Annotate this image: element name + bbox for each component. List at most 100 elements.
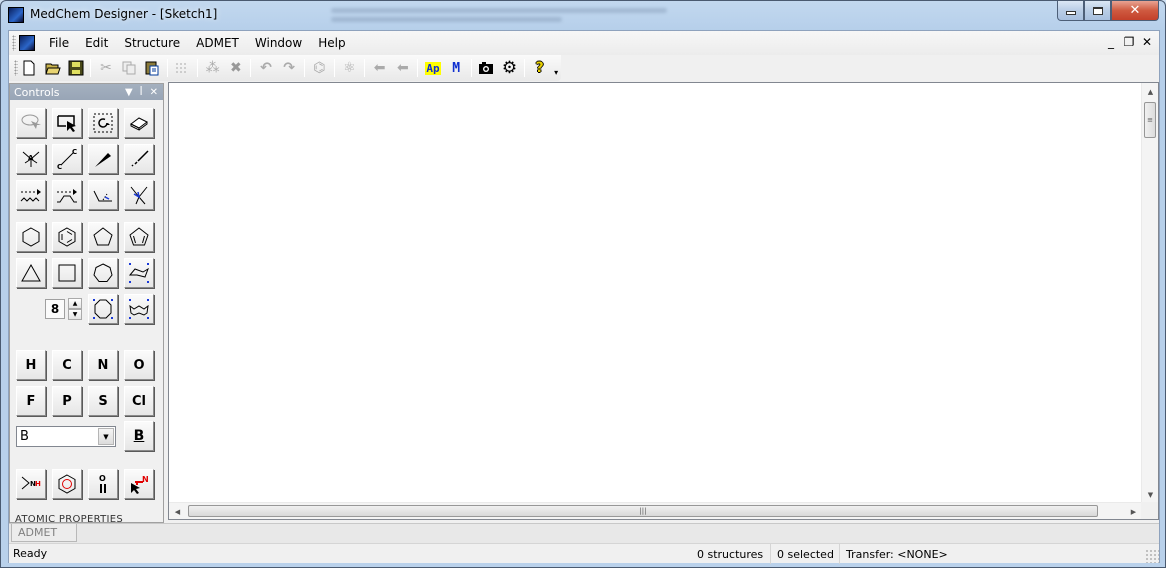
horizontal-scroll-thumb[interactable]: ||| [188, 505, 1098, 517]
atom-c-button[interactable]: C [52, 350, 82, 380]
delete-x-icon: ✖ [229, 60, 242, 76]
resize-grip[interactable] [1145, 549, 1159, 563]
panel-dropdown-button[interactable]: ▼ [125, 87, 133, 98]
scroll-left-button[interactable]: ◀ [169, 503, 186, 520]
tab-admet[interactable]: ADMET [11, 524, 77, 542]
scroll-up-button[interactable]: ▲ [1142, 83, 1159, 100]
angle-tool[interactable] [88, 180, 118, 210]
mdi-restore-button[interactable]: ❐ [1123, 35, 1135, 49]
amine-group-tool[interactable]: NH [16, 469, 46, 499]
save-button[interactable] [65, 57, 86, 79]
toolbar-grip[interactable] [14, 60, 18, 76]
attach-group-tool[interactable]: N [124, 469, 154, 499]
flip-tool[interactable] [124, 180, 154, 210]
atom-o-button[interactable]: O [124, 350, 154, 380]
rotate-select-tool[interactable] [88, 108, 118, 138]
sketch-canvas[interactable]: ▲ ≡ ▼ ◀ ||| ▶ [168, 82, 1159, 520]
select-tool[interactable] [52, 108, 82, 138]
menu-help[interactable]: Help [310, 32, 353, 54]
single-bond-tool[interactable]: CC [52, 144, 82, 174]
delete-button[interactable]: ✖ [225, 57, 246, 79]
vertical-scrollbar[interactable]: ▲ ≡ ▼ [1141, 83, 1158, 503]
cycloheptane-tool[interactable] [88, 258, 118, 288]
clean-structure-button[interactable]: ⌬ [309, 57, 330, 79]
undo-button[interactable]: ↶ [255, 57, 276, 79]
app-icon[interactable] [8, 7, 24, 23]
new-button[interactable] [19, 57, 40, 79]
back-delete-button[interactable]: ⬅ [392, 57, 413, 79]
eraser-tool[interactable] [124, 108, 154, 138]
cyclopropane-tool[interactable] [16, 258, 46, 288]
select-arrow-icon [57, 115, 76, 132]
convert-button[interactable]: ⚛ [339, 57, 360, 79]
redo-icon: ↷ [283, 60, 296, 76]
back-button[interactable]: ⬅ [369, 57, 390, 79]
cyclopentadiene-tool[interactable] [124, 222, 154, 252]
chain-atom-tool[interactable]: A [16, 144, 46, 174]
menu-structure[interactable]: Structure [116, 32, 188, 54]
panel-close-button[interactable]: ✕ [150, 87, 158, 98]
cut-button[interactable]: ✂ [95, 57, 116, 79]
ring-size-down-button[interactable]: ▼ [68, 309, 82, 320]
double-bond-o-tool[interactable]: O [88, 469, 118, 499]
ring-size-stepper[interactable]: 8 ▲ ▼ [16, 294, 82, 324]
mol-properties-button[interactable]: M [446, 57, 467, 79]
chevron-down-icon[interactable]: ▼ [98, 428, 114, 445]
element-select[interactable]: B ▼ [16, 426, 116, 447]
cyclobutane-tool[interactable] [52, 258, 82, 288]
window-close-button[interactable]: ✕ [1111, 1, 1159, 21]
atom-n-button[interactable]: N [88, 350, 118, 380]
chain-tool[interactable] [16, 180, 46, 210]
benzene-tool[interactable] [52, 222, 82, 252]
apply-element-button[interactable]: B [124, 421, 154, 451]
wedge-bond-tool[interactable] [88, 144, 118, 174]
hash-bond-tool[interactable] [124, 144, 154, 174]
arrow-left-icon: ⬅ [373, 60, 386, 76]
boat-conformation-icon [129, 299, 149, 319]
boat-ring-tool[interactable] [124, 294, 154, 324]
horizontal-scrollbar[interactable]: ◀ ||| ▶ [169, 502, 1142, 519]
admet-predictor-button[interactable]: Ap [422, 57, 443, 79]
lasso-select-tool[interactable] [16, 108, 46, 138]
scroll-right-button[interactable]: ▶ [1125, 503, 1142, 520]
ring-chain-tool[interactable] [52, 180, 82, 210]
atom-p-button[interactable]: P [52, 386, 82, 416]
document-icon[interactable] [19, 35, 35, 51]
menu-file[interactable]: File [41, 32, 77, 54]
window-minimize-button[interactable] [1057, 1, 1084, 21]
settings-button[interactable]: ⚙ [499, 57, 520, 79]
cyclopentane-tool[interactable] [88, 222, 118, 252]
atom-s-button[interactable]: S [88, 386, 118, 416]
mdi-close-button[interactable]: ✕ [1141, 35, 1153, 49]
ring-size-value[interactable]: 8 [45, 299, 65, 319]
redo-button[interactable]: ↷ [279, 57, 300, 79]
help-button[interactable]: ? [529, 57, 550, 79]
scroll-down-button[interactable]: ▼ [1142, 486, 1159, 503]
select-all-button[interactable] [172, 57, 193, 79]
atom-star-icon: A [22, 151, 40, 167]
menubar-grip[interactable] [12, 35, 16, 51]
menu-edit[interactable]: Edit [77, 32, 116, 54]
paste-button[interactable] [142, 57, 163, 79]
grip-icon: ||| [639, 507, 647, 515]
open-button[interactable] [42, 57, 63, 79]
menu-admet[interactable]: ADMET [188, 32, 247, 54]
aromatic-ring-tool[interactable] [52, 469, 82, 499]
cyclohexane-tool[interactable] [16, 222, 46, 252]
atom-cl-button[interactable]: Cl [124, 386, 154, 416]
vertical-scroll-thumb[interactable]: ≡ [1144, 102, 1156, 138]
mdi-minimize-button[interactable]: _ [1105, 35, 1117, 49]
ring-size-up-button[interactable]: ▲ [68, 298, 82, 309]
chair-ring-tool[interactable] [124, 258, 154, 288]
atom-f-button[interactable]: F [16, 386, 46, 416]
snapshot-button[interactable] [476, 57, 497, 79]
clear-button[interactable]: ⁂ [202, 57, 223, 79]
menu-window[interactable]: Window [247, 32, 310, 54]
atom-h-button[interactable]: H [16, 350, 46, 380]
panel-pin-button[interactable]: ꟾ [140, 87, 143, 98]
copy-button[interactable] [119, 57, 140, 79]
scroll-corner [1141, 502, 1158, 519]
window-maximize-button[interactable] [1084, 1, 1111, 21]
toolbar-overflow-button[interactable]: ▾ [551, 57, 561, 79]
cyclooctane-tool[interactable] [88, 294, 118, 324]
